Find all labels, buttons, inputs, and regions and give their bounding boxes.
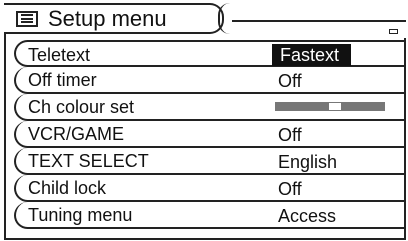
menu-item-label: Tuning menu bbox=[28, 205, 133, 225]
menu-item-label: VCR/GAME bbox=[28, 124, 125, 144]
menu-title: Setup menu bbox=[48, 5, 167, 31]
menu-item-tuning-menu[interactable]: Tuning menu Access bbox=[14, 202, 406, 229]
colour-level-slider[interactable] bbox=[275, 102, 385, 111]
menu-title-tab: Setup menu bbox=[4, 3, 224, 34]
menu-item-label: Off timer bbox=[28, 70, 97, 90]
menu-item-teletext[interactable]: Teletext Fastext bbox=[14, 40, 406, 67]
menu-item-label: TEXT SELECT bbox=[28, 151, 149, 171]
menu-item-child-lock[interactable]: Child lock Off bbox=[14, 175, 406, 202]
menu-item-value[interactable]: Fastext bbox=[272, 44, 352, 66]
menu-item-value[interactable]: Off bbox=[278, 70, 302, 92]
page-indicator-icon bbox=[389, 29, 398, 34]
slider-knob[interactable] bbox=[329, 103, 341, 110]
title-rule bbox=[232, 20, 406, 22]
menu-item-value[interactable]: Off bbox=[278, 124, 302, 146]
menu-item-vcr-game[interactable]: VCR/GAME Off bbox=[14, 121, 406, 148]
menu-item-value[interactable]: English bbox=[278, 151, 337, 173]
menu-item-off-timer[interactable]: Off timer Off bbox=[14, 67, 406, 94]
menu-item-value[interactable]: Off bbox=[278, 178, 302, 200]
menu-item-text-select[interactable]: TEXT SELECT English bbox=[14, 148, 406, 175]
menu-item-label: Teletext bbox=[28, 45, 91, 65]
title-tab-tail bbox=[218, 3, 230, 34]
menu-item-ch-colour-set[interactable]: Ch colour set bbox=[14, 94, 406, 121]
menu-item-label: Ch colour set bbox=[28, 97, 135, 117]
menu-item-value[interactable]: Access bbox=[278, 205, 336, 227]
menu-list: Teletext Fastext Off timer Off Ch colour… bbox=[14, 40, 406, 229]
menu-list-icon bbox=[16, 10, 38, 27]
menu-item-label: Child lock bbox=[28, 178, 107, 198]
